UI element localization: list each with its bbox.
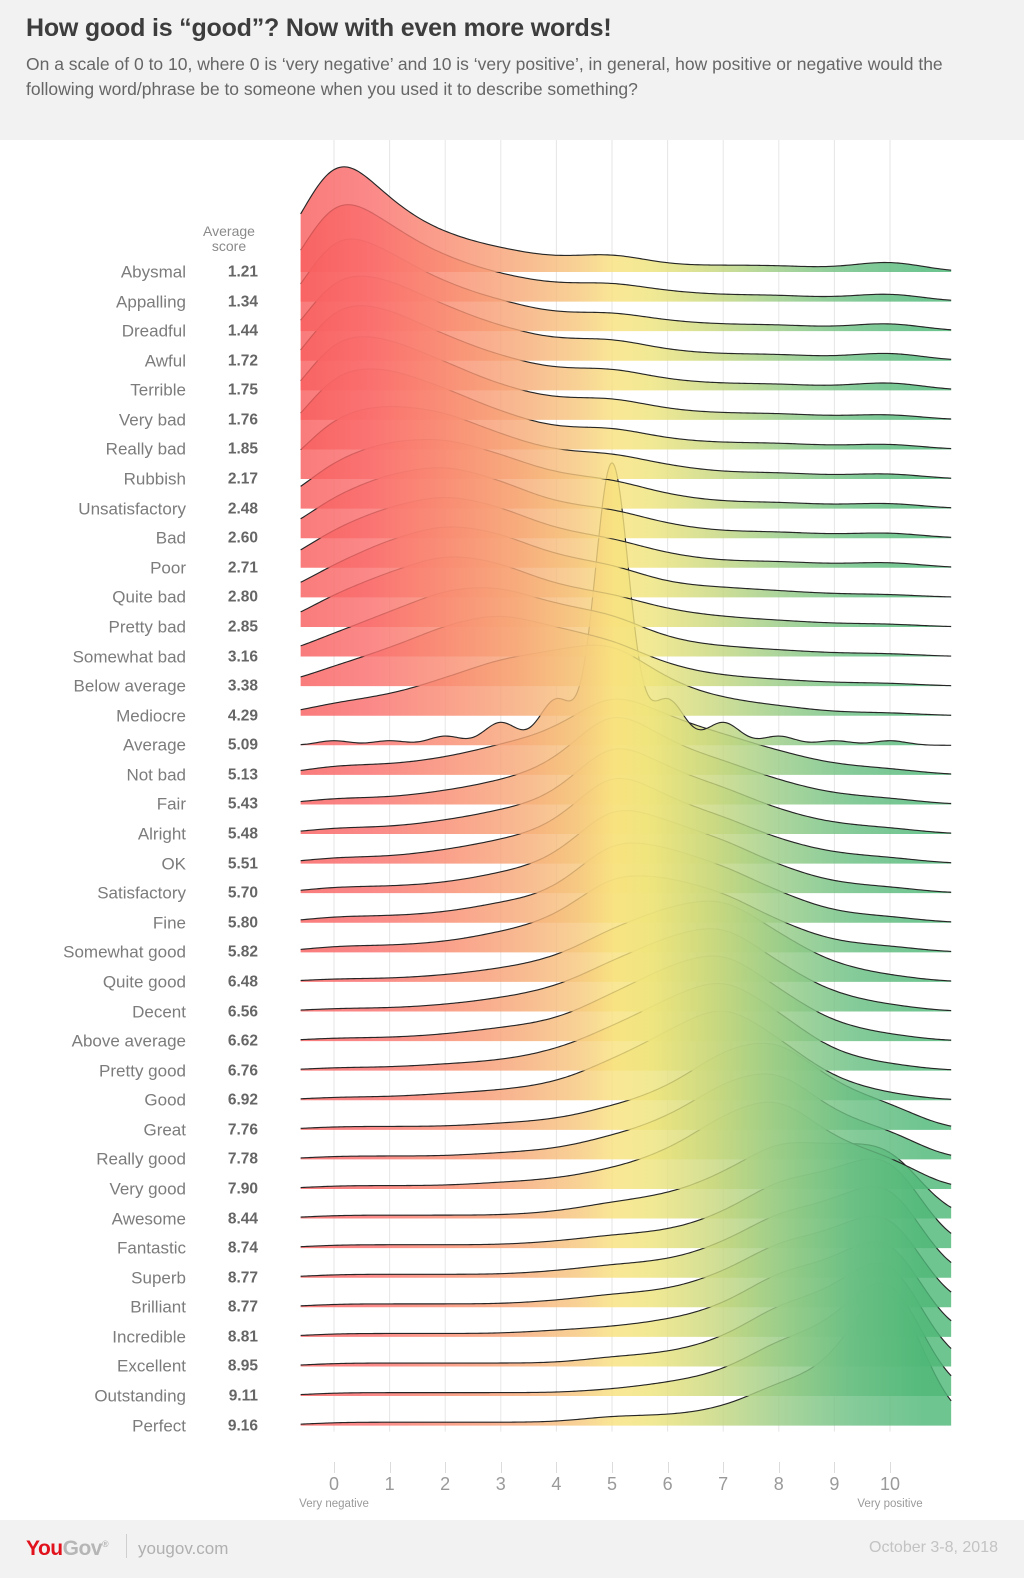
row-label-alright: Alright	[137, 824, 186, 844]
row-label-average: Average	[122, 735, 186, 755]
row-label-not-bad: Not bad	[126, 765, 186, 785]
row-label-rubbish: Rubbish	[123, 469, 186, 489]
row-label-excellent: Excellent	[117, 1356, 186, 1376]
row-average-score-alright: 5.48	[227, 825, 258, 843]
row-average-score-superb: 8.77	[227, 1268, 258, 1286]
row-label-decent: Decent	[132, 1002, 186, 1021]
row-average-score-below-average: 3.38	[227, 677, 258, 695]
row-average-score-not-bad: 5.13	[227, 766, 258, 784]
row-average-score-satisfactory: 5.70	[227, 884, 258, 902]
row-average-score-abysmal: 1.21	[227, 263, 258, 281]
row-average-score-dreadful: 1.44	[227, 322, 258, 340]
row-average-score-above-average: 6.62	[227, 1032, 258, 1050]
yougov-logo: YouGov®	[26, 1537, 109, 1560]
row-average-score-very-bad: 1.76	[227, 411, 258, 429]
row-average-score-very-good: 7.90	[227, 1180, 258, 1198]
row-label-good: Good	[144, 1090, 186, 1110]
row-average-score-really-good: 7.78	[227, 1150, 258, 1168]
footer-divider	[126, 1534, 127, 1558]
row-label-superb: Superb	[131, 1268, 186, 1288]
row-average-score-quite-bad: 2.80	[227, 588, 258, 606]
row-average-score-outstanding: 9.11	[228, 1387, 258, 1405]
average-score-header-line-1: score	[211, 237, 247, 254]
row-average-score-quite-good: 6.48	[227, 973, 258, 991]
page-title: How good is “good”? Now with even more w…	[26, 14, 612, 42]
row-average-score-average: 5.09	[227, 736, 258, 754]
row-average-score-somewhat-good: 5.82	[227, 943, 258, 961]
row-label-abysmal: Abysmal	[120, 262, 186, 282]
infographic-page: How good is “good”? Now with even more w…	[0, 0, 1024, 1578]
row-label-pretty-good: Pretty good	[99, 1061, 186, 1081]
logo-you: You	[26, 1537, 63, 1560]
ridgeline-rows	[300, 166, 952, 1426]
row-average-score-brilliant: 8.77	[227, 1298, 258, 1316]
row-average-score-appalling: 1.34	[227, 292, 258, 310]
row-label-outstanding: Outstanding	[94, 1386, 186, 1406]
row-label-ok: OK	[161, 854, 186, 874]
row-label-somewhat-bad: Somewhat bad	[72, 647, 186, 667]
row-average-score-fantastic: 8.74	[227, 1239, 258, 1257]
row-label-very-bad: Very bad	[118, 410, 186, 430]
row-average-score-great: 7.76	[227, 1121, 258, 1139]
row-average-score-awesome: 8.44	[227, 1209, 258, 1227]
row-label-quite-good: Quite good	[102, 972, 186, 992]
row-average-score-awful: 1.72	[227, 351, 258, 369]
average-score-header: Average score	[198, 224, 260, 253]
row-average-score-perfect: 9.16	[227, 1416, 258, 1434]
row-average-score-bad: 2.60	[227, 529, 258, 547]
row-label-bad: Bad	[155, 528, 186, 548]
row-label-very-good: Very good	[109, 1179, 186, 1199]
row-average-score-unsatisfactory: 2.48	[227, 499, 258, 517]
page-subtitle: On a scale of 0 to 10, where 0 is ‘very …	[26, 53, 943, 99]
row-label-unsatisfactory: Unsatisfactory	[78, 499, 186, 519]
row-average-score-terrible: 1.75	[227, 381, 258, 399]
row-label-terrible: Terrible	[130, 380, 186, 400]
row-average-score-ok: 5.51	[227, 854, 258, 872]
row-average-score-really-bad: 1.85	[227, 440, 258, 458]
average-score-header-line-0: Average	[203, 223, 255, 239]
row-average-score-fine: 5.80	[227, 914, 258, 931]
row-average-score-somewhat-bad: 3.16	[227, 647, 258, 665]
row-label-fine: Fine	[152, 913, 186, 933]
row-label-poor: Poor	[150, 558, 186, 578]
row-label-pretty-bad: Pretty bad	[108, 617, 187, 637]
row-average-score-decent: 6.56	[227, 1002, 258, 1020]
ridge-row-abysmal	[300, 166, 952, 272]
row-label-quite-bad: Quite bad	[112, 587, 186, 607]
footer-date-range: October 3-8, 2018	[869, 1539, 998, 1556]
row-label-perfect: Perfect	[132, 1416, 186, 1436]
row-label-incredible: Incredible	[112, 1327, 186, 1347]
row-label-really-good: Really good	[96, 1149, 186, 1169]
row-label-mediocre: Mediocre	[116, 706, 186, 726]
row-average-score-excellent: 8.95	[227, 1357, 258, 1375]
row-average-score-incredible: 8.81	[227, 1328, 258, 1346]
row-label-great: Great	[143, 1120, 186, 1140]
footer: YouGov® yougov.com October 3-8, 2018	[0, 1520, 1024, 1578]
row-label-dreadful: Dreadful	[121, 321, 186, 341]
row-average-score-rubbish: 2.17	[227, 470, 258, 488]
row-label-above-average: Above average	[71, 1031, 186, 1051]
row-label-really-bad: Really bad	[105, 439, 186, 459]
row-label-awesome: Awesome	[111, 1209, 186, 1229]
footer-website: yougov.com	[138, 1539, 229, 1558]
header: How good is “good”? Now with even more w…	[0, 0, 1024, 112]
row-average-score-pretty-bad: 2.85	[227, 618, 258, 636]
row-label-column: Average score Abysmal 1.21 Appalling 1.34 Dre…	[0, 140, 260, 1520]
row-label-fantastic: Fantastic	[117, 1238, 186, 1258]
row-average-score-poor: 2.71	[227, 559, 258, 577]
row-average-score-fair: 5.43	[227, 795, 258, 813]
row-label-appalling: Appalling	[116, 292, 186, 312]
row-label-somewhat-good: Somewhat good	[63, 942, 186, 962]
row-label-satisfactory: Satisfactory	[97, 883, 186, 903]
row-average-score-pretty-good: 6.76	[227, 1061, 258, 1079]
row-average-score-mediocre: 4.29	[227, 706, 258, 724]
row-label-brilliant: Brilliant	[130, 1297, 186, 1317]
logo-gov: Gov	[62, 1537, 103, 1560]
row-label-fair: Fair	[156, 794, 186, 814]
row-average-score-good: 6.92	[227, 1091, 258, 1109]
row-label-awful: Awful	[144, 351, 186, 371]
logo-trademark: ®	[101, 1539, 109, 1549]
row-label-below-average: Below average	[73, 676, 186, 696]
